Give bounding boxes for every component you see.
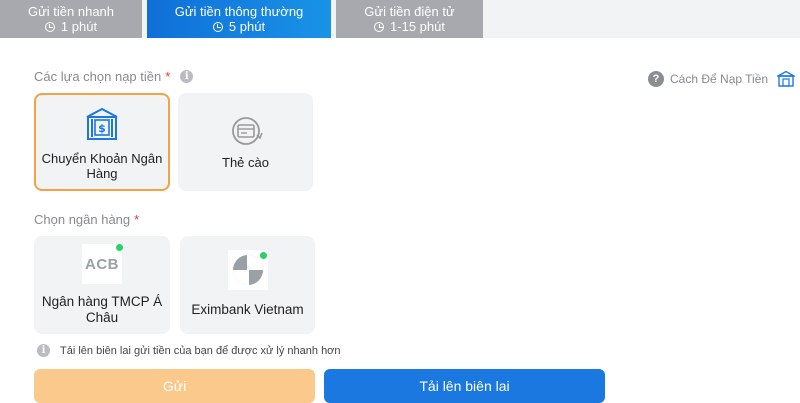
- note-text: Tải lên biên lai gửi tiền của bạn để đượ…: [60, 344, 341, 357]
- clock-icon: [212, 21, 223, 32]
- scratch-card-icon: [231, 117, 263, 145]
- upload-note: i Tải lên biên lai gửi tiền của bạn để đ…: [37, 344, 341, 357]
- speed-tabs: Gửi tiền nhanh 1 phút Gửi tiền thông thư…: [0, 0, 800, 38]
- clock-icon: [44, 21, 55, 32]
- logo-text: ACB: [85, 255, 119, 273]
- required-mark: *: [165, 69, 171, 84]
- acb-logo: ACB: [82, 244, 122, 284]
- option-bank-transfer[interactable]: $ Chuyển Khoản Ngân Hàng: [34, 93, 170, 191]
- tab-crypto-deposit[interactable]: Gửi tiền điện tử 1-15 phút: [336, 0, 483, 38]
- tab-time: 1-15 phút: [390, 19, 445, 34]
- info-icon[interactable]: i: [180, 70, 194, 83]
- bank-building-icon[interactable]: [777, 70, 795, 88]
- tab-time: 1 phút: [60, 19, 98, 34]
- tab-title: Gửi tiền nhanh: [27, 4, 115, 19]
- deposit-options-label: Các lựa chọn nạp tiền * i: [34, 69, 194, 84]
- option-label: Chuyển Khoản Ngân Hàng: [41, 151, 163, 181]
- upload-receipt-button[interactable]: Tải lên biên lai: [324, 369, 605, 403]
- bank-acb[interactable]: ACB Ngân hàng TMCP Á Châu: [34, 236, 170, 334]
- tab-time: 5 phút: [228, 19, 266, 34]
- how-to-deposit-link[interactable]: ? Cách Để Nạp Tiền: [648, 71, 768, 87]
- tab-normal-deposit[interactable]: Gửi tiền thông thường 5 phút: [147, 0, 331, 38]
- bank-eximbank[interactable]: Eximbank Vietnam: [180, 236, 315, 334]
- tab-title: Gửi tiền thông thường: [174, 4, 304, 19]
- online-status-dot: [116, 244, 123, 251]
- online-status-dot: [260, 252, 267, 259]
- section-title: Chọn ngân hàng: [34, 212, 131, 227]
- option-label: Thẻ cào: [222, 155, 269, 170]
- help-label: Cách Để Nạp Tiền: [670, 72, 769, 86]
- svg-text:$: $: [98, 122, 106, 135]
- clock-icon: [374, 21, 385, 32]
- required-mark: *: [134, 212, 140, 227]
- eximbank-logo-icon: [232, 255, 263, 285]
- bank-select-label: Chọn ngân hàng *: [34, 212, 139, 227]
- send-button[interactable]: Gửi: [34, 369, 315, 403]
- tab-title: Gửi tiền điện tử: [364, 4, 455, 19]
- option-scratch-card[interactable]: Thẻ cào: [178, 93, 313, 191]
- bank-label: Eximbank Vietnam: [191, 302, 304, 317]
- tab-fast-deposit[interactable]: Gửi tiền nhanh 1 phút: [0, 0, 142, 38]
- bank-label: Ngân hàng TMCP Á Châu: [41, 294, 163, 325]
- bank-transfer-icon: $: [86, 107, 118, 140]
- info-icon: i: [37, 344, 50, 357]
- question-icon: ?: [648, 71, 664, 87]
- section-title: Các lựa chọn nạp tiền: [34, 69, 162, 84]
